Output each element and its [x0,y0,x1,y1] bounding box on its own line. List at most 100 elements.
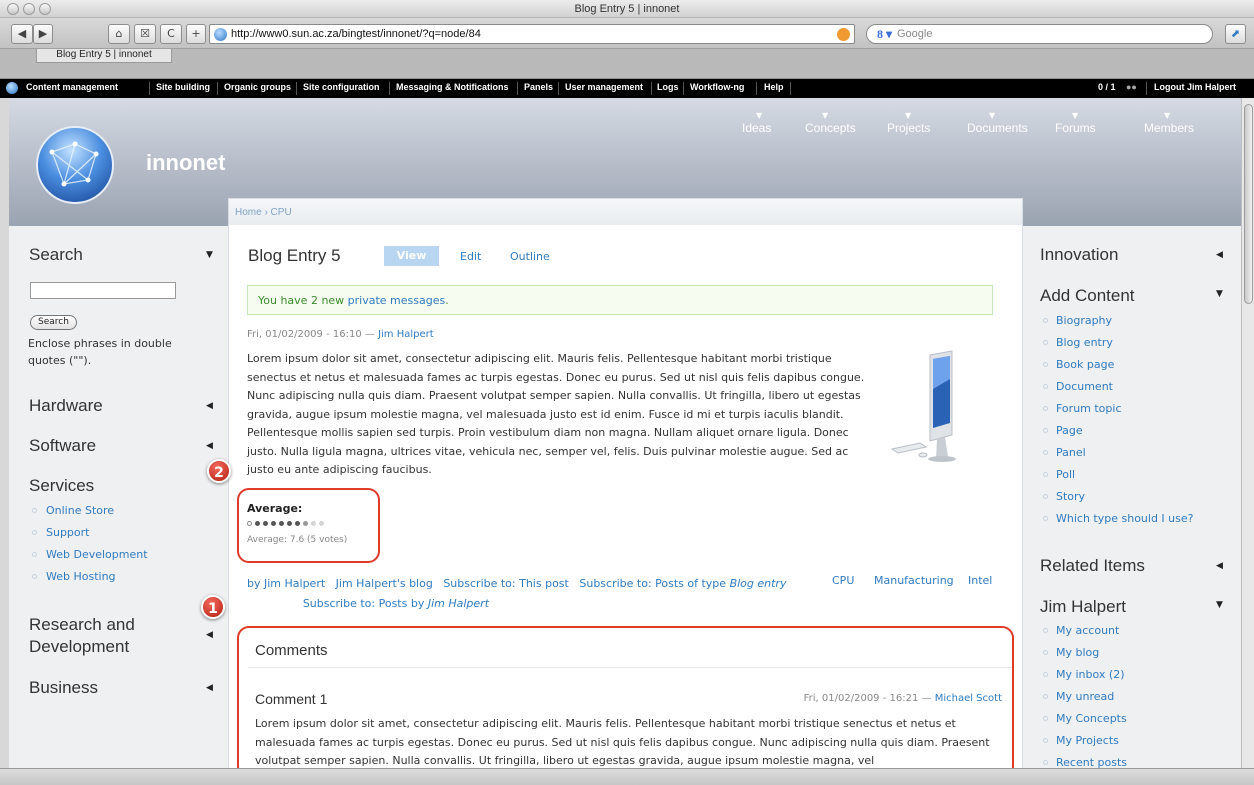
subscribe-type-link[interactable]: Subscribe to: Posts of type Blog entry [579,577,786,590]
admin-menu: Content management Site building Organic… [0,79,1254,98]
link-web-development[interactable]: Web Development [46,548,148,561]
my-projects-link[interactable]: My Projects [1056,734,1119,747]
add-book-page-link[interactable]: Book page [1056,358,1114,371]
private-messages-link[interactable]: private messages [348,294,446,307]
admin-messaging[interactable]: Messaging & Notifications [396,82,509,92]
imac-image [890,350,956,462]
chevron-left-icon[interactable]: ◀ [206,683,213,693]
my-blog-link[interactable]: My blog [1056,646,1099,659]
hardware-block-title[interactable]: Hardware [29,396,103,416]
author-blog-link[interactable]: Jim Halpert's blog [336,577,433,590]
related-items-block-title[interactable]: Related Items [1040,556,1145,576]
admin-site-building[interactable]: Site building [156,82,210,92]
recent-posts-link[interactable]: Recent posts [1056,756,1127,768]
admin-help[interactable]: Help [764,82,784,92]
tab-strip: Blog Entry 5 | innonet [0,49,1254,79]
term-manufacturing[interactable]: Manufacturing [874,574,954,587]
add-poll-link[interactable]: Poll [1056,468,1075,481]
nav-documents[interactable]: Documents [967,121,1028,135]
back-button[interactable]: ◀ [11,24,33,44]
drupal-icon[interactable] [6,82,18,94]
business-block-title[interactable]: Business [29,678,98,698]
search-help: Enclose phrases in double quotes (""). [28,337,172,367]
scrollbar-thumb[interactable] [1244,104,1253,304]
subscribe-post-link[interactable]: Subscribe to: This post [443,577,569,590]
add-blog-entry-link[interactable]: Blog entry [1056,336,1113,349]
chevron-down-icon[interactable]: ▼ [1216,600,1223,610]
admin-content-management[interactable]: Content management [26,82,118,92]
page: innonet ▼ Ideas ▼ Concepts ▼ Projects ▼ … [9,98,1241,768]
web-search-field[interactable]: 8 ▾ Google [866,24,1213,44]
address-bar[interactable]: http://www0.sun.ac.za/bingtest/innonet/?… [209,24,855,44]
nav-projects[interactable]: Projects [887,121,930,135]
admin-user-management[interactable]: User management [565,82,643,92]
browser-toolbar: ◀ ▶ ⌂ ☒ C + http://www0.sun.ac.za/bingte… [0,18,1254,49]
vertical-scrollbar[interactable] [1241,98,1254,768]
link-online-store[interactable]: Online Store [46,504,114,517]
status-message-text: You have 2 new [258,294,348,307]
term-intel[interactable]: Intel [968,574,992,587]
my-concepts-link[interactable]: My Concepts [1056,712,1127,725]
forward-button[interactable]: ▶ [33,24,53,44]
nav-forums[interactable]: Forums [1055,121,1096,135]
search-input[interactable] [30,282,176,299]
chevron-down-icon[interactable]: ▼ [1216,289,1223,299]
add-story-link[interactable]: Story [1056,490,1085,503]
chevron-down-icon: ▼ [989,111,996,120]
subscribe-by-link[interactable]: Subscribe to: Posts by Jim Halpert [303,597,489,610]
admin-logs[interactable]: Logs [657,82,679,92]
research-block-title[interactable]: Research and Development [29,614,189,658]
site-name[interactable]: innonet [146,150,225,176]
bookmark-button[interactable]: ☒ [134,24,156,44]
add-page-link[interactable]: Page [1056,424,1083,437]
add-document-link[interactable]: Document [1056,380,1113,393]
chevron-down-icon[interactable]: ▼ [206,250,213,260]
by-author-link[interactable]: by Jim Halpert [247,577,325,590]
window-title: Blog Entry 5 | innonet [574,3,680,15]
add-biography-link[interactable]: Biography [1056,314,1112,327]
chevron-left-icon[interactable]: ◀ [206,401,213,411]
breadcrumb[interactable]: Home › CPU [229,199,1022,225]
link-web-hosting[interactable]: Web Hosting [46,570,116,583]
home-button[interactable]: ⌂ [108,24,130,44]
logout-link[interactable]: Logout Jim Halpert [1154,82,1236,92]
admin-organic-groups[interactable]: Organic groups [224,82,291,92]
chevron-left-icon[interactable]: ◀ [1216,250,1223,260]
chevron-down-icon: ▼ [756,111,763,120]
tab-edit[interactable]: Edit [460,250,481,263]
chevron-left-icon[interactable]: ◀ [206,630,213,640]
term-cpu[interactable]: CPU [832,574,854,587]
resize-icon[interactable]: ⬈ [1225,24,1246,44]
tab-view[interactable]: View [384,246,439,266]
post-submitted: Fri, 01/02/2009 - 16:10 — Jim Halpert [247,329,434,340]
search-button[interactable]: Search [30,315,77,330]
admin-site-configuration[interactable]: Site configuration [303,82,380,92]
add-panel-link[interactable]: Panel [1056,446,1086,459]
link-support[interactable]: Support [46,526,89,539]
reload-button[interactable]: C [160,24,182,44]
my-inbox-link[interactable]: My inbox (2) [1056,668,1125,681]
nav-ideas[interactable]: Ideas [742,121,771,135]
post-author-link[interactable]: Jim Halpert [378,329,434,340]
software-block-title[interactable]: Software [29,436,96,456]
innovation-block-title[interactable]: Innovation [1040,245,1118,265]
admin-panels[interactable]: Panels [524,82,553,92]
my-unread-link[interactable]: My unread [1056,690,1114,703]
nav-concepts[interactable]: Concepts [805,121,856,135]
chevron-left-icon[interactable]: ◀ [1216,561,1223,571]
browser-tab[interactable]: Blog Entry 5 | innonet [36,49,172,63]
my-account-link[interactable]: My account [1056,624,1119,637]
chevron-left-icon[interactable]: ◀ [206,441,213,451]
feed-icon[interactable] [837,28,850,41]
admin-workflow-ng[interactable]: Workflow-ng [690,82,744,92]
post-links-line2: Blog Subscribe to: Posts by Jim Halpert [247,594,1007,614]
tab-outline[interactable]: Outline [510,250,550,263]
user-block-title: Jim Halpert [1040,597,1126,616]
add-forum-topic-link[interactable]: Forum topic [1056,402,1122,415]
new-tab-button[interactable]: + [186,24,206,44]
which-type-link[interactable]: Which type should I use? [1056,512,1193,525]
url-text[interactable]: http://www0.sun.ac.za/bingtest/innonet/?… [231,28,481,40]
site-logo[interactable] [36,126,114,204]
status-message: You have 2 new private messages. [247,285,993,315]
nav-members[interactable]: Members [1144,121,1194,135]
